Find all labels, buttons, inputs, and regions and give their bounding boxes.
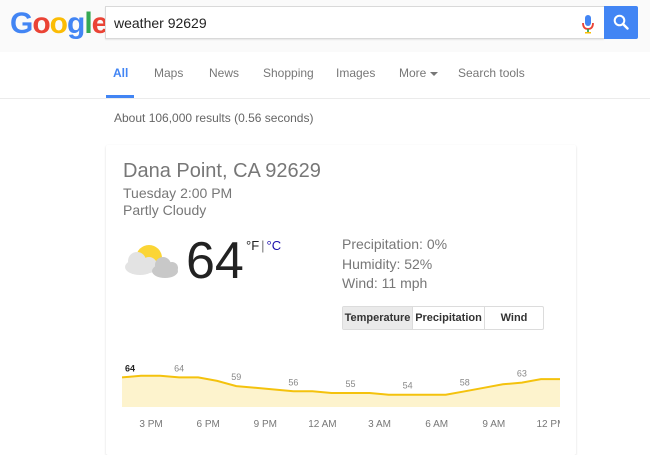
chart-tick-label: 9 PM [254,419,277,430]
search-box[interactable] [105,6,604,39]
chart-tick-label: 6 AM [425,419,448,430]
google-logo[interactable]: Google [10,7,108,41]
logo-letter: g [67,7,85,40]
chart-data-label: 63 [517,369,527,379]
chart-data-label: 56 [288,377,298,387]
tab-more[interactable]: More [399,66,439,80]
humidity-stat: Humidity: 52% [342,256,433,272]
chart-data-label: 59 [231,372,241,382]
search-input[interactable] [114,7,554,38]
current-temperature: 64 [186,232,244,290]
unit-separator: | [261,238,265,253]
chart-area-fill [122,375,560,407]
tab-maps[interactable]: Maps [154,66,183,80]
chart-mode-toggle: Temperature Precipitation Wind [342,306,544,330]
tab-search-tools[interactable]: Search tools [458,66,525,80]
search-button[interactable] [604,6,638,39]
wind-button[interactable]: Wind [485,307,543,329]
chart-data-label: 55 [346,379,356,389]
search-icon [613,14,629,30]
precipitation-stat: Precipitation: 0% [342,236,448,252]
temperature-button[interactable]: Temperature [343,307,413,329]
chart-tick-label: 3 AM [368,419,391,430]
weather-condition: Partly Cloudy [123,202,207,218]
tab-more-label: More [399,66,427,80]
temperature-chart: 64 64 59 56 55 54 58 63 3 PM 6 PM 9 PM 12 AM 3 AM 6 A… [122,363,560,430]
tab-all[interactable]: All [113,66,128,80]
chart-tick-label: 12 PM [537,419,560,430]
results-count: About 106,000 results (0.56 seconds) [114,111,314,125]
weather-card: Dana Point, CA 92629 Tuesday 2:00 PM Par… [106,145,576,455]
chart-data-label: 64 [125,363,135,373]
logo-letter: o [49,7,68,40]
active-tab-indicator [106,95,134,98]
chart-data-label: 58 [460,377,470,387]
chart-tick-label: 9 AM [482,419,505,430]
chart-data-label: 64 [174,363,184,373]
search-tabs: All Maps News Shopping Images More Searc… [0,52,650,99]
chart-tick-label: 6 PM [197,419,220,430]
partly-cloudy-icon [125,245,178,278]
logo-letter: o [32,7,50,40]
chart-tick-label: 3 PM [139,419,162,430]
chart-tick-label: 12 AM [308,419,336,430]
precipitation-button[interactable]: Precipitation [413,307,485,329]
tab-news[interactable]: News [209,66,239,80]
wind-stat: Wind: 11 mph [342,275,428,291]
temperature-units: °F | °C [246,238,281,253]
caret-down-icon [430,71,439,76]
weather-location: Dana Point, CA 92629 [123,160,321,182]
chart-data-label: 54 [403,381,413,391]
logo-letter: l [84,7,92,40]
unit-celsius[interactable]: °C [267,238,282,253]
microphone-icon[interactable] [580,14,596,34]
tab-images[interactable]: Images [336,66,375,80]
unit-fahrenheit[interactable]: °F [246,238,259,253]
header: Google [0,0,650,52]
weather-time: Tuesday 2:00 PM [123,185,233,201]
logo-letter: G [10,7,33,40]
tab-shopping[interactable]: Shopping [263,66,314,80]
